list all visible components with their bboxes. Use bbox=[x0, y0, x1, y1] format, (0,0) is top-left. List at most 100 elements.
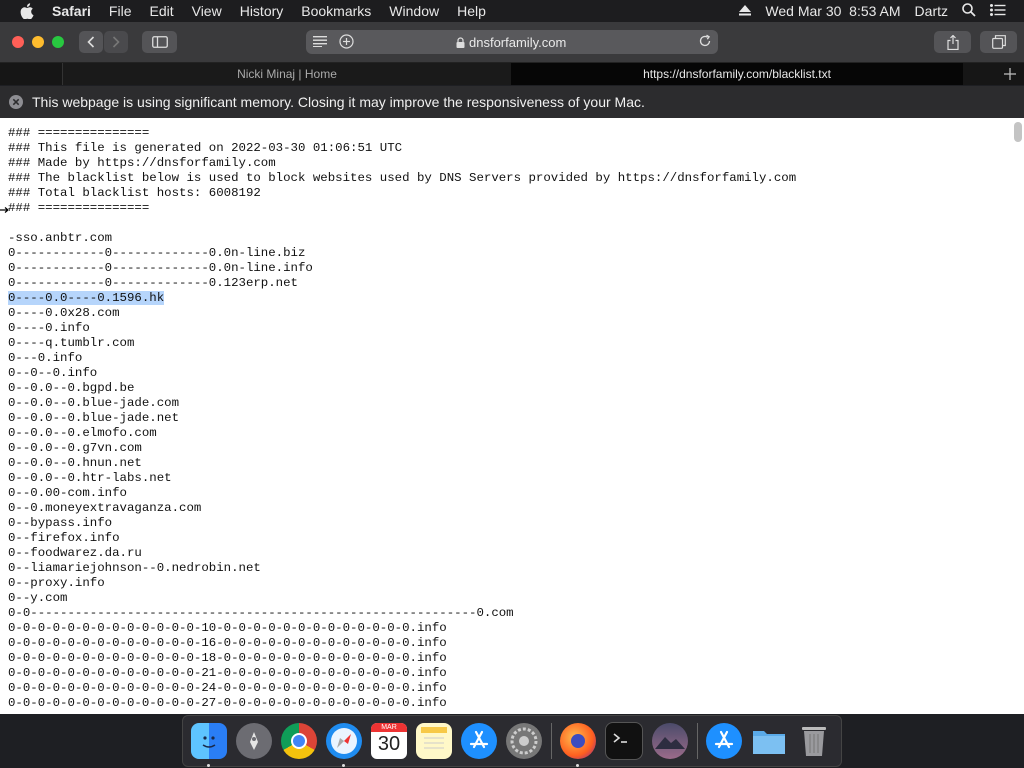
text-line[interactable]: 0-0-0-0-0-0-0-0-0-0-0-0-0-10-0-0-0-0-0-0… bbox=[8, 621, 796, 636]
tabs-icon bbox=[991, 35, 1006, 49]
text-line[interactable]: 0--0.0--0.hnun.net bbox=[8, 456, 796, 471]
tab-blacklist[interactable]: https://dnsforfamily.com/blacklist.txt bbox=[511, 63, 963, 85]
text-line[interactable]: 0--0.0--0.blue-jade.com bbox=[8, 396, 796, 411]
terminal-icon[interactable] bbox=[605, 722, 643, 760]
launchpad-icon[interactable] bbox=[236, 723, 272, 759]
macos-installer-icon[interactable] bbox=[652, 723, 688, 759]
chrome-icon[interactable] bbox=[281, 723, 317, 759]
blacklist-text[interactable]: ### =============== ### This file is gene… bbox=[8, 126, 796, 711]
text-line[interactable]: 0------------0-------------0.0n-line.inf… bbox=[8, 261, 796, 276]
trash-icon[interactable] bbox=[796, 723, 832, 759]
system-preferences-icon[interactable] bbox=[506, 723, 542, 759]
app-store-downloads-icon[interactable] bbox=[706, 723, 742, 759]
calendar-icon[interactable]: MAR 30 bbox=[371, 723, 407, 759]
text-line[interactable]: 0-0-0-0-0-0-0-0-0-0-0-0-0-16-0-0-0-0-0-0… bbox=[8, 636, 796, 651]
text-line[interactable]: 0--y.com bbox=[8, 591, 796, 606]
text-line-content: 0--0.0--0.htr-labs.net bbox=[8, 471, 172, 485]
folder-icon[interactable] bbox=[751, 723, 787, 759]
reader-view-icon[interactable] bbox=[313, 35, 327, 50]
text-line[interactable]: 0--firefox.info bbox=[8, 531, 796, 546]
text-line[interactable]: ### This file is generated on 2022-03-30… bbox=[8, 141, 796, 156]
text-line[interactable]: ### =============== bbox=[8, 126, 796, 141]
text-line[interactable]: 0----0.info bbox=[8, 321, 796, 336]
text-line[interactable]: 0--0.0--0.bgpd.be bbox=[8, 381, 796, 396]
text-line[interactable]: 0------------0-------------0.123erp.net bbox=[8, 276, 796, 291]
menu-edit[interactable]: Edit bbox=[149, 3, 173, 19]
text-line[interactable]: 0---0.info bbox=[8, 351, 796, 366]
address-bar[interactable]: dnsforfamily.com bbox=[306, 30, 718, 54]
menubar-clock[interactable]: Wed Mar 30 8:53 AM bbox=[765, 3, 900, 19]
firefox-icon[interactable] bbox=[560, 723, 596, 767]
share-button[interactable] bbox=[934, 31, 971, 53]
menu-file[interactable]: File bbox=[109, 3, 132, 19]
sidebar-toggle-button[interactable] bbox=[142, 31, 177, 53]
text-line[interactable] bbox=[8, 216, 796, 231]
text-line[interactable]: ### Total blacklist hosts: 6008192 bbox=[8, 186, 796, 201]
menu-app-safari[interactable]: Safari bbox=[52, 3, 91, 19]
back-button[interactable] bbox=[79, 31, 103, 53]
close-banner-icon[interactable] bbox=[9, 95, 23, 109]
notification-center-icon[interactable] bbox=[990, 3, 1006, 19]
text-line[interactable]: 0--0.0--0.elmofo.com bbox=[8, 426, 796, 441]
text-line[interactable]: 0--proxy.info bbox=[8, 576, 796, 591]
menu-help[interactable]: Help bbox=[457, 3, 486, 19]
menu-view[interactable]: View bbox=[192, 3, 222, 19]
menu-bookmarks[interactable]: Bookmarks bbox=[301, 3, 371, 19]
tab-nicki-minaj[interactable]: Nicki Minaj | Home bbox=[62, 63, 512, 85]
text-line-content: 0-0-------------------------------------… bbox=[8, 606, 514, 620]
text-line[interactable]: -sso.anbtr.com bbox=[8, 231, 796, 246]
forward-button[interactable] bbox=[104, 31, 128, 53]
vertical-scrollbar[interactable] bbox=[1014, 122, 1022, 142]
page-content[interactable]: ### =============== ### This file is gene… bbox=[0, 118, 1024, 714]
text-line-content: 0---0.info bbox=[8, 351, 83, 365]
running-indicator bbox=[207, 764, 210, 767]
app-store-icon[interactable] bbox=[461, 723, 497, 759]
text-line[interactable]: 0------------0-------------0.0n-line.biz bbox=[8, 246, 796, 261]
text-line[interactable]: 0--0.00-com.info bbox=[8, 486, 796, 501]
zoom-window-button[interactable] bbox=[52, 36, 64, 48]
text-line-content: 0--0.00-com.info bbox=[8, 486, 127, 500]
tab-bar: Nicki Minaj | Home https://dnsforfamily.… bbox=[0, 63, 1024, 85]
add-icon[interactable] bbox=[339, 34, 354, 52]
minimize-window-button[interactable] bbox=[32, 36, 44, 48]
text-line[interactable]: 0--0.0--0.g7vn.com bbox=[8, 441, 796, 456]
close-window-button[interactable] bbox=[12, 36, 24, 48]
text-line[interactable]: 0-0-------------------------------------… bbox=[8, 606, 796, 621]
text-line-content: 0--0--0.info bbox=[8, 366, 98, 380]
apple-logo-icon[interactable] bbox=[20, 3, 36, 19]
text-line[interactable]: 0--0.moneyextravaganza.com bbox=[8, 501, 796, 516]
text-line-content: 0--0.0--0.bgpd.be bbox=[8, 381, 135, 395]
text-line[interactable]: ### =============== bbox=[8, 201, 796, 216]
text-line[interactable]: 0-0-0-0-0-0-0-0-0-0-0-0-0-27-0-0-0-0-0-0… bbox=[8, 696, 796, 711]
menu-history[interactable]: History bbox=[240, 3, 284, 19]
new-tab-button[interactable] bbox=[996, 63, 1024, 85]
text-line[interactable]: 0--0.0--0.htr-labs.net bbox=[8, 471, 796, 486]
spotlight-search-icon[interactable] bbox=[962, 2, 976, 20]
calendar-month: MAR bbox=[371, 723, 407, 732]
finder-icon[interactable] bbox=[191, 723, 227, 767]
sidebar-icon bbox=[151, 36, 168, 48]
notes-icon[interactable] bbox=[416, 723, 452, 759]
text-line[interactable]: 0----0.0x28.com bbox=[8, 306, 796, 321]
text-line[interactable]: ### The blacklist below is used to block… bbox=[8, 171, 796, 186]
text-line[interactable]: 0-0-0-0-0-0-0-0-0-0-0-0-0-24-0-0-0-0-0-0… bbox=[8, 681, 796, 696]
safari-toolbar: dnsforfamily.com bbox=[0, 22, 1024, 63]
text-line-content: 0-0-0-0-0-0-0-0-0-0-0-0-0-27-0-0-0-0-0-0… bbox=[8, 696, 447, 710]
text-line[interactable]: 0--bypass.info bbox=[8, 516, 796, 531]
text-line[interactable]: 0--liamariejohnson--0.nedrobin.net bbox=[8, 561, 796, 576]
text-line[interactable]: 0----0.0----0.1596.hk bbox=[8, 291, 796, 306]
text-line[interactable]: ### Made by https://dnsforfamily.com bbox=[8, 156, 796, 171]
text-line[interactable]: 0-0-0-0-0-0-0-0-0-0-0-0-0-21-0-0-0-0-0-0… bbox=[8, 666, 796, 681]
text-line[interactable]: 0--0.0--0.blue-jade.net bbox=[8, 411, 796, 426]
safari-icon[interactable] bbox=[326, 723, 362, 767]
menubar-user[interactable]: Dartz bbox=[915, 3, 948, 19]
tab-overview-button[interactable] bbox=[980, 31, 1017, 53]
menu-window[interactable]: Window bbox=[389, 3, 439, 19]
eject-icon[interactable] bbox=[739, 3, 752, 19]
text-line[interactable]: 0-0-0-0-0-0-0-0-0-0-0-0-0-18-0-0-0-0-0-0… bbox=[8, 651, 796, 666]
text-line[interactable]: 0--0--0.info bbox=[8, 366, 796, 381]
text-line[interactable]: 0--foodwarez.da.ru bbox=[8, 546, 796, 561]
text-line[interactable]: 0----q.tumblr.com bbox=[8, 336, 796, 351]
reload-icon[interactable] bbox=[698, 34, 712, 51]
text-line-content: 0--0.0--0.g7vn.com bbox=[8, 441, 142, 455]
